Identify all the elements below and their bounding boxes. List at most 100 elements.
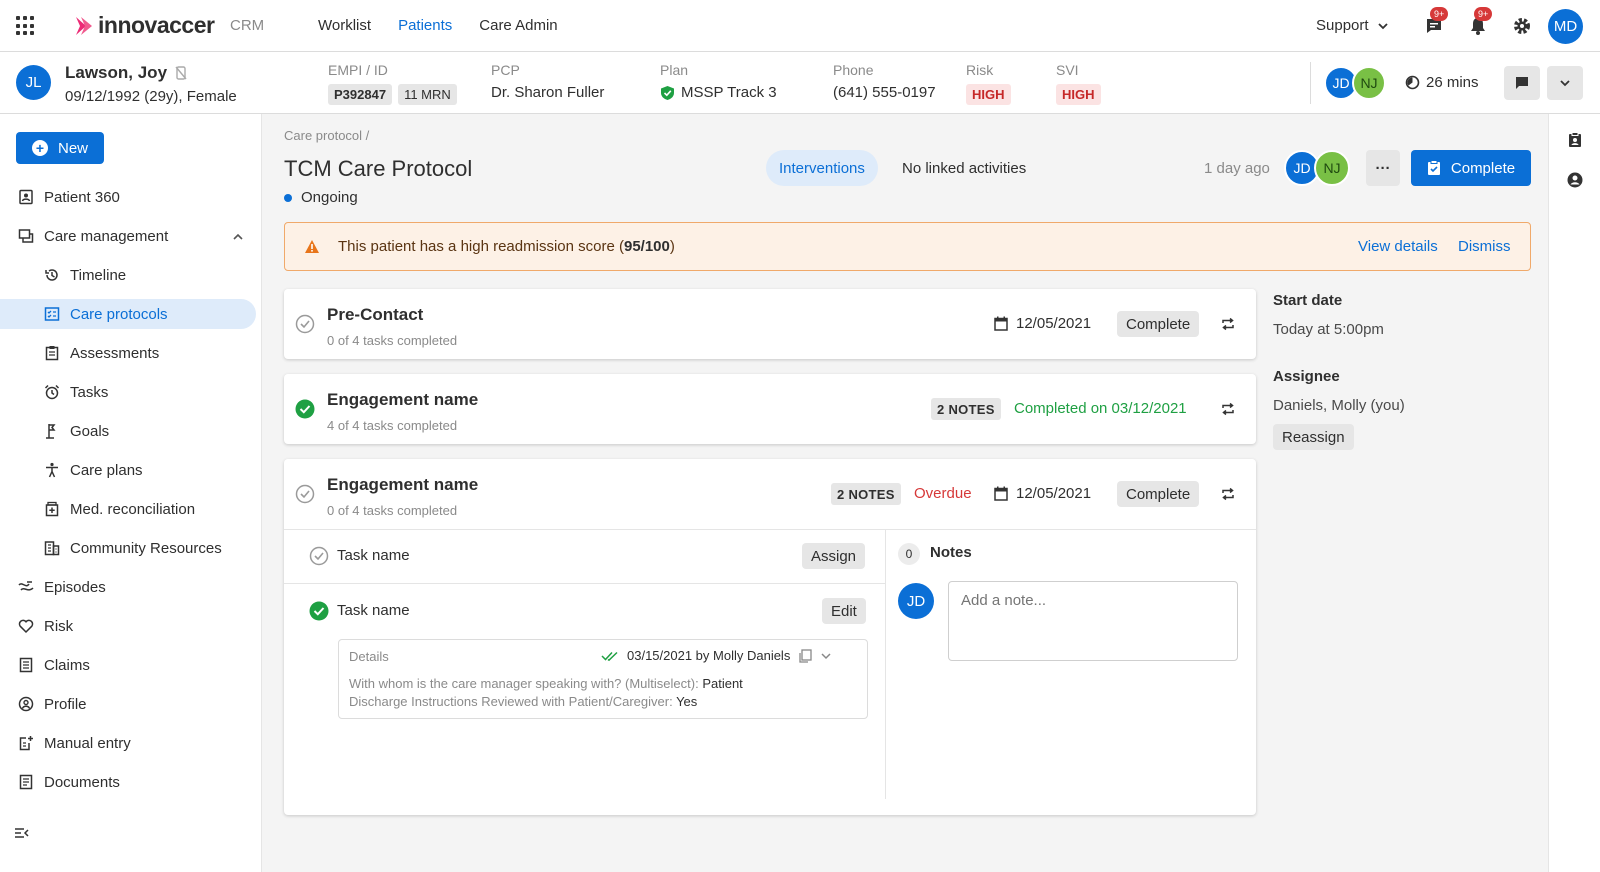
complete-engagement-button[interactable]: Complete xyxy=(1117,481,1200,507)
pcp-value: Dr. Sharon Fuller xyxy=(491,84,605,101)
user-avatar[interactable]: MD xyxy=(1548,9,1583,44)
engagement-card-completed[interactable]: Engagement name 4 of 4 tasks completed 2… xyxy=(284,374,1256,444)
circle-check-outline-icon[interactable] xyxy=(295,314,315,334)
sidebar-item-assessments[interactable]: Assessments xyxy=(0,338,256,368)
repeat-icon[interactable] xyxy=(1221,402,1235,416)
right-rail xyxy=(1548,114,1600,872)
account-circle-icon[interactable] xyxy=(1567,172,1583,188)
linked-activities: No linked activities xyxy=(902,160,1027,177)
care-team-avatar-nj[interactable]: NJ xyxy=(1352,66,1386,100)
sidebar-item-label: Med. reconciliation xyxy=(70,500,196,518)
chat-button[interactable] xyxy=(1504,66,1540,100)
collapse-sidebar-icon[interactable] xyxy=(14,826,30,840)
sidebar-item-community-resources[interactable]: Community Resources xyxy=(0,533,256,563)
innovaccer-logo[interactable]: innovaccer xyxy=(74,12,215,39)
care-team-avatars[interactable]: JD NJ xyxy=(1324,66,1386,100)
patient-name-row: Lawson, Joy xyxy=(65,63,187,83)
empi-chip[interactable]: P392847 xyxy=(328,84,393,105)
more-options-button[interactable]: ··· xyxy=(1366,150,1400,186)
protocol-avatar-nj[interactable]: NJ xyxy=(1314,150,1350,186)
pcp-label: PCP xyxy=(491,62,520,78)
due-date[interactable]: 12/05/2021 xyxy=(994,485,1091,502)
sidebar: + New Patient 360 Care management Timeli… xyxy=(0,114,262,872)
patient-avatar: JL xyxy=(16,65,51,100)
protocol-avatars[interactable]: JD NJ xyxy=(1284,150,1350,186)
sidebar-item-tasks[interactable]: Tasks xyxy=(0,377,256,407)
tab-care-admin[interactable]: Care Admin xyxy=(479,17,557,34)
task-check-filled-icon[interactable] xyxy=(309,601,329,621)
task-check-outline-icon[interactable] xyxy=(309,546,329,566)
sidebar-item-goals[interactable]: Goals xyxy=(0,416,256,446)
notes-count-chip[interactable]: 2 NOTES xyxy=(931,398,1001,420)
circle-check-filled-icon[interactable] xyxy=(295,399,315,419)
sidebar-item-label: Claims xyxy=(44,656,90,674)
sidebar-item-care-management[interactable]: Care management xyxy=(0,221,256,251)
reassign-button[interactable]: Reassign xyxy=(1273,424,1354,450)
expand-header-button[interactable] xyxy=(1547,66,1583,100)
breadcrumb[interactable]: Care protocol / xyxy=(284,128,369,143)
alert-text-suffix: ) xyxy=(669,238,675,255)
assign-task-button[interactable]: Assign xyxy=(802,543,866,569)
interventions-pill[interactable]: Interventions xyxy=(766,150,878,186)
new-button[interactable]: + New xyxy=(16,132,104,164)
patient-name[interactable]: Lawson, Joy xyxy=(65,63,167,83)
sidebar-item-timeline[interactable]: Timeline xyxy=(0,260,256,290)
app-launcher-icon[interactable] xyxy=(16,16,36,36)
phone-value[interactable]: (641) 555-0197 xyxy=(833,84,936,101)
repeat-icon[interactable] xyxy=(1221,317,1235,331)
details-submitted-by: 03/15/2021 by Molly Daniels xyxy=(627,648,791,663)
edit-task-button[interactable]: Edit xyxy=(822,598,866,624)
clipboard-icon xyxy=(45,346,59,361)
tab-patients[interactable]: Patients xyxy=(398,17,452,34)
sidebar-item-label: Profile xyxy=(44,695,87,713)
risk-label: Risk xyxy=(966,62,994,78)
sidebar-item-care-plans[interactable]: Care plans xyxy=(0,455,256,485)
copy-icon[interactable] xyxy=(798,648,812,663)
sidebar-item-patient-360[interactable]: Patient 360 xyxy=(0,182,256,212)
logo-mark-icon xyxy=(76,16,92,35)
complete-engagement-button[interactable]: Complete xyxy=(1117,311,1200,337)
sidebar-item-manual-entry[interactable]: Manual entry xyxy=(0,728,256,758)
sidebar-item-care-protocols[interactable]: Care protocols xyxy=(0,299,256,329)
task-name[interactable]: Task name xyxy=(337,547,410,564)
task-name[interactable]: Task name xyxy=(337,602,410,619)
repeat-icon[interactable] xyxy=(1221,487,1235,501)
notes-count-chip[interactable]: 2 NOTES xyxy=(831,483,901,505)
complete-protocol-button[interactable]: Complete xyxy=(1411,150,1531,186)
risk-badge: HIGH xyxy=(966,84,1011,105)
shield-check-icon xyxy=(661,85,674,100)
heart-icon xyxy=(18,619,34,634)
engagement-card-pre-contact[interactable]: Pre-Contact 0 of 4 tasks completed 12/05… xyxy=(284,289,1256,359)
detail-question: Discharge Instructions Reviewed with Pat… xyxy=(349,694,677,709)
assignee-label: Assignee xyxy=(1273,368,1340,385)
sidebar-item-risk[interactable]: Risk xyxy=(0,611,256,641)
view-details-link[interactable]: View details xyxy=(1358,238,1438,255)
sidebar-item-profile[interactable]: Profile xyxy=(0,689,256,719)
sidebar-item-label: Care protocols xyxy=(70,305,168,323)
details-meta: 03/15/2021 by Molly Daniels xyxy=(601,648,832,663)
chevron-up-icon[interactable] xyxy=(232,231,244,243)
svi-label: SVI xyxy=(1056,62,1079,78)
patient-clipboard-icon[interactable] xyxy=(1567,132,1583,148)
circle-check-outline-icon[interactable] xyxy=(295,484,315,504)
sidebar-item-documents[interactable]: Documents xyxy=(0,767,256,797)
add-note-input[interactable] xyxy=(948,581,1238,661)
mrn-chip[interactable]: 11 MRN xyxy=(398,84,457,105)
sidebar-item-episodes[interactable]: Episodes xyxy=(0,572,256,602)
gear-icon[interactable] xyxy=(1512,16,1532,36)
sidebar-item-label: Documents xyxy=(44,773,120,791)
card-title[interactable]: Engagement name xyxy=(327,475,478,495)
care-management-icon xyxy=(18,229,34,243)
panel-divider xyxy=(885,529,886,799)
page-title: TCM Care Protocol xyxy=(284,156,473,181)
sidebar-item-label: Goals xyxy=(70,422,110,440)
support-menu[interactable]: Support xyxy=(1316,17,1389,34)
sidebar-item-claims[interactable]: Claims xyxy=(0,650,256,680)
sidebar-item-med-reconciliation[interactable]: Med. reconciliation xyxy=(0,494,256,524)
chevron-down-icon[interactable] xyxy=(820,650,832,662)
due-date[interactable]: 12/05/2021 xyxy=(994,315,1091,332)
time-tracker[interactable]: 26 mins xyxy=(1405,74,1479,91)
tab-worklist[interactable]: Worklist xyxy=(318,17,371,34)
details-label: Details xyxy=(349,649,389,664)
dismiss-link[interactable]: Dismiss xyxy=(1458,238,1511,255)
